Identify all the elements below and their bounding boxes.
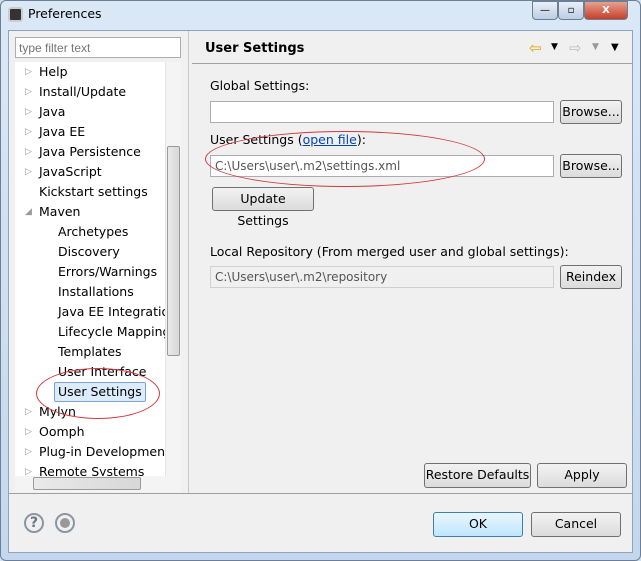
divider <box>188 31 189 493</box>
local-repository-label: Local Repository (From merged user and g… <box>210 244 569 259</box>
close-button[interactable]: X <box>584 1 628 20</box>
expand-arrow-icon[interactable]: ▷ <box>25 447 32 457</box>
expand-arrow-icon[interactable]: ▷ <box>25 127 32 137</box>
expand-arrow-icon[interactable]: ▷ <box>25 67 32 77</box>
forward-arrow-icon[interactable]: ⇨ <box>569 39 582 57</box>
tree-item[interactable]: Java EE <box>39 122 85 142</box>
global-settings-input[interactable] <box>210 101 554 123</box>
back-arrow-icon[interactable]: ⇦ <box>529 39 542 57</box>
apply-button[interactable]: Apply <box>537 463 627 488</box>
tree-item[interactable]: Templates <box>58 342 122 362</box>
annotation-ellipse <box>205 131 485 187</box>
tree-item[interactable]: Oomph <box>39 422 85 442</box>
record-icon[interactable] <box>55 513 75 533</box>
expand-arrow-icon[interactable]: ▷ <box>25 147 32 157</box>
view-menu-icon[interactable]: ▼ <box>611 42 619 53</box>
tree-item[interactable]: Plug-in Development <box>39 442 170 462</box>
tree-item[interactable]: Archetypes <box>58 222 128 242</box>
tree-item[interactable]: Install/Update <box>39 82 126 102</box>
local-repository-input: C:\Users\user\.m2\repository <box>210 266 554 288</box>
expand-arrow-icon[interactable]: ▷ <box>25 167 32 177</box>
divider <box>192 63 632 64</box>
expand-arrow-icon[interactable]: ▷ <box>25 427 32 437</box>
scroll-thumb[interactable] <box>33 477 141 490</box>
tree-item[interactable]: Kickstart settings <box>39 182 148 202</box>
tree-item[interactable]: Lifecycle Mappings <box>58 322 177 342</box>
ok-button[interactable]: OK <box>433 512 523 537</box>
preference-tree: ▷ Help ▷ Install/Update ▷ Java ▷ Java EE ▷ Java P… <box>15 62 181 492</box>
cancel-button[interactable]: Cancel <box>531 512 621 537</box>
tree-horizontal-scrollbar[interactable] <box>15 476 181 492</box>
global-settings-label: Global Settings: <box>210 78 310 93</box>
filter-input[interactable] <box>15 37 181 58</box>
expanded-arrow-icon[interactable]: ◢ <box>25 207 32 217</box>
chevron-down-icon[interactable]: ▼ <box>592 42 599 52</box>
divider <box>9 493 632 494</box>
expand-arrow-icon[interactable]: ▷ <box>25 407 32 417</box>
tree-vertical-scrollbar[interactable] <box>165 62 181 476</box>
annotation-ellipse <box>36 368 160 419</box>
expand-arrow-icon[interactable]: ▷ <box>25 107 32 117</box>
maximize-button[interactable]: ▫ <box>558 1 584 20</box>
page-title: User Settings <box>205 41 305 56</box>
app-icon <box>8 7 23 22</box>
update-settings-button[interactable]: Update Settings <box>212 187 314 228</box>
browse-global-button[interactable]: Browse... <box>560 100 622 124</box>
tree-item[interactable]: Java EE Integration <box>58 302 177 322</box>
chevron-down-icon[interactable]: ▼ <box>551 42 558 52</box>
tree-item[interactable]: Help <box>39 62 68 82</box>
tree-item[interactable]: Errors/Warnings <box>58 262 157 282</box>
tree-item[interactable]: Java Persistence <box>39 142 141 162</box>
reindex-button[interactable]: Reindex <box>560 265 622 289</box>
tree-item[interactable]: JavaScript <box>39 162 102 182</box>
window-title: Preferences <box>28 6 102 21</box>
minimize-button[interactable]: — <box>532 1 558 20</box>
tree-item[interactable]: Discovery <box>58 242 120 262</box>
scroll-thumb[interactable] <box>167 146 180 356</box>
expand-arrow-icon[interactable]: ▷ <box>25 87 32 97</box>
tree-item[interactable]: Installations <box>58 282 134 302</box>
restore-defaults-button[interactable]: Restore Defaults <box>424 463 531 488</box>
browse-user-button[interactable]: Browse... <box>560 154 622 178</box>
tree-item[interactable]: Maven <box>39 202 80 222</box>
help-icon[interactable]: ? <box>24 513 44 533</box>
tree-item[interactable]: Java <box>39 102 65 122</box>
